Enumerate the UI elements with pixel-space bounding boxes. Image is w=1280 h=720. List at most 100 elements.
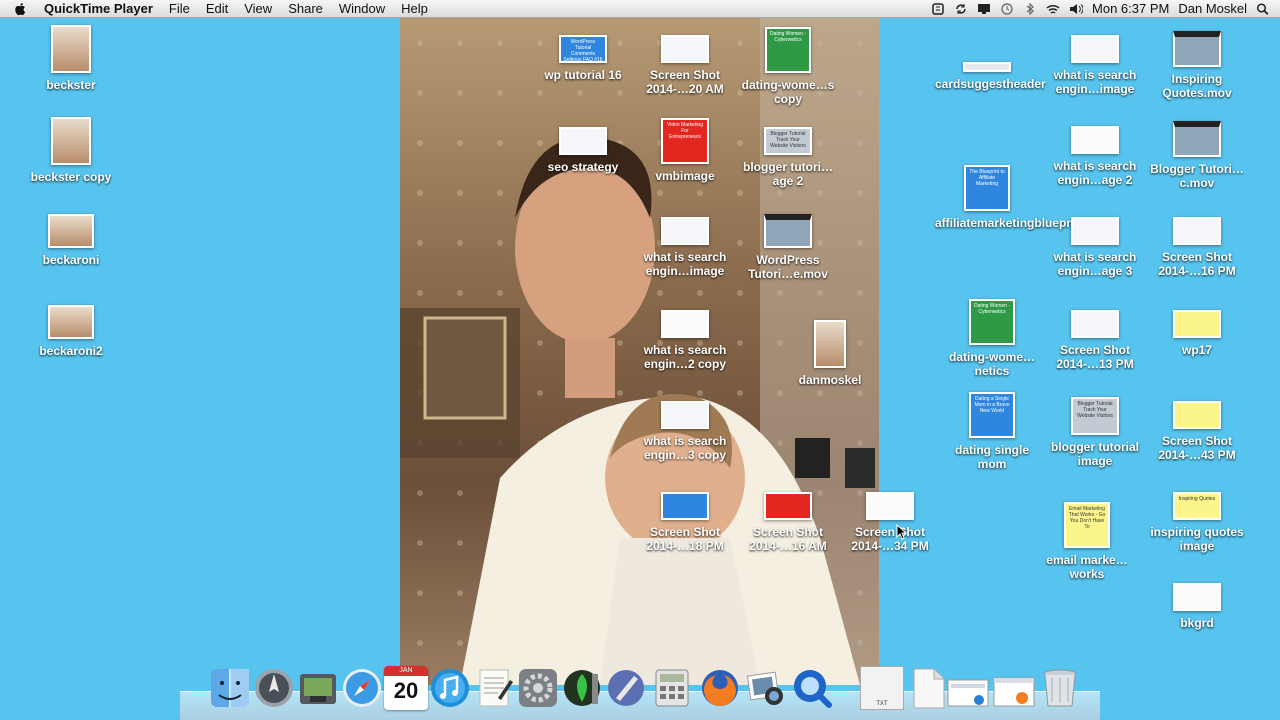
image-thumbnail-icon [661, 310, 709, 338]
desktop-file-icon[interactable]: Screen Shot 2014-…16 AM [736, 492, 840, 553]
desktop-file-label: affiliatemarketingblueprint [935, 216, 1086, 230]
desktop-file-icon[interactable]: what is search engin…2 copy [633, 310, 737, 371]
desktop-file-icon[interactable]: Dating a Single Mom in a Brave New World… [940, 392, 1044, 471]
menu-help[interactable]: Help [393, 0, 436, 17]
desktop-file-icon[interactable]: Blogger Tutori…c.mov [1145, 121, 1249, 190]
desktop-file-icon[interactable]: what is search engin…3 copy [633, 401, 737, 462]
desktop-file-icon[interactable]: Screen Shot 2014-…18 PM [633, 492, 737, 553]
spotlight-icon[interactable] [1256, 2, 1270, 15]
desktop-file-icon[interactable]: Screen Shot 2014-…20 AM [633, 35, 737, 96]
notification-icon[interactable] [931, 2, 945, 15]
menu-share[interactable]: Share [280, 0, 331, 17]
desktop-file-icon[interactable]: Dating Women - Cyberwetics dating-wome…s … [736, 27, 840, 106]
launchpad-icon[interactable] [252, 666, 296, 710]
desktop-file-label: Screen Shot 2014-…20 AM [646, 68, 724, 96]
trash-icon[interactable] [1038, 666, 1082, 710]
movie-thumbnail-icon [1173, 31, 1221, 67]
desktop-file-label: what is search engin…image [643, 250, 727, 278]
desktop-file-icon[interactable]: what is search engin…age 3 [1043, 217, 1147, 278]
desktop-file-icon[interactable]: Screen Shot 2014-…34 PM [838, 492, 942, 553]
desktop-file-icon[interactable]: danmoskel [778, 320, 882, 387]
desktop-file-icon[interactable]: Video Marketing For Entrepreneurs vmbimag… [633, 118, 737, 183]
quicktime-icon[interactable] [790, 666, 834, 710]
menu-user[interactable]: Dan Moskel [1178, 1, 1247, 16]
system-preferences-icon[interactable] [516, 666, 560, 710]
menu-file[interactable]: File [161, 0, 198, 17]
iphoto-icon[interactable] [744, 666, 788, 710]
desktop-file-icon[interactable]: beckaroni2 [19, 305, 123, 358]
wifi-icon[interactable] [1046, 3, 1060, 15]
image-capture-icon[interactable] [296, 666, 340, 710]
image-thumbnail-icon: Inspiring Quotes [1173, 492, 1221, 520]
volume-icon[interactable] [1069, 3, 1084, 15]
image-thumbnail-icon: The Blueprint to Affiliate Marketing [964, 165, 1010, 211]
movie-thumbnail-icon [764, 214, 812, 248]
image-thumbnail-icon [661, 35, 709, 63]
desktop-file-icon[interactable]: wp17 [1145, 310, 1249, 357]
desktop-file-icon[interactable]: cardsuggestheader [935, 62, 1046, 91]
blank-document-icon[interactable] [906, 666, 950, 710]
desktop-file-label: what is search engin…2 copy [643, 343, 727, 371]
firefox-window-icon[interactable] [992, 666, 1036, 710]
dock: JAN 20 TXT [180, 660, 1100, 720]
desktop-file-icon[interactable]: Blogger Tutorial Track Your Website Visi… [1043, 397, 1147, 468]
image-thumbnail-icon [1071, 310, 1119, 338]
desktop-file-icon[interactable]: beckster copy [19, 117, 123, 184]
screenflow-icon[interactable] [560, 666, 604, 710]
desktop-file-icon[interactable]: The Blueprint to Affiliate Marketing affi… [935, 165, 1086, 230]
desktop-file-icon[interactable]: bkgrd [1145, 583, 1249, 630]
desktop-file-icon[interactable]: Email Marketing That Works - Go You Don'… [1035, 502, 1139, 581]
sync-icon[interactable] [954, 3, 968, 15]
desktop-file-icon[interactable]: seo strategy [531, 127, 635, 174]
txt-document-icon[interactable]: TXT [860, 666, 904, 710]
desktop-file-label: vmbimage [655, 169, 715, 183]
thumbnail-text: Email Marketing That Works - Go You Don'… [1068, 506, 1106, 530]
time-machine-icon[interactable] [1000, 2, 1014, 15]
desktop-file-label: Screen Shot 2014-…16 AM [749, 525, 827, 553]
image-thumbnail-icon: Blogger Tutorial Track Your Website Visi… [764, 127, 812, 155]
desktop-file-icon[interactable]: what is search engin…image [1043, 35, 1147, 96]
image-thumbnail-icon: Dating Women - Cyberwetics [969, 299, 1015, 345]
firefox-icon[interactable] [698, 666, 742, 710]
desktop-file-label: beckaroni2 [39, 344, 103, 358]
calendar-day: 20 [393, 678, 419, 703]
menu-clock[interactable]: Mon 6:37 PM [1092, 1, 1169, 16]
menu-window[interactable]: Window [331, 0, 393, 17]
desktop-file-label: bkgrd [1180, 616, 1214, 630]
safari-icon[interactable] [340, 666, 384, 710]
desktop-file-icon[interactable]: Inspiring Quotes.mov [1145, 31, 1249, 100]
desktop-file-label: what is search engin…3 copy [643, 434, 727, 462]
desktop-file-icon[interactable]: what is search engin…image [633, 217, 737, 278]
textedit-icon[interactable] [472, 666, 516, 710]
desktop-file-icon[interactable]: what is search engin…age 2 [1043, 126, 1147, 187]
thumbnail-text: The Blueprint to Affiliate Marketing [969, 169, 1005, 187]
desktop-file-icon[interactable]: Screen Shot 2014-…43 PM [1145, 401, 1249, 462]
menu-view[interactable]: View [236, 0, 280, 17]
itunes-icon[interactable] [428, 666, 472, 710]
calendar-icon[interactable]: JAN 20 [384, 666, 428, 710]
calculator-icon[interactable] [650, 666, 694, 710]
desktop-file-icon[interactable]: beckaroni [19, 214, 123, 267]
desktop-file-icon[interactable]: Blogger Tutorial Track Your Website Visi… [736, 127, 840, 188]
photo-thumbnail-icon [814, 320, 846, 368]
desktop-file-icon[interactable]: WordPress Tutori…e.mov [736, 214, 840, 281]
screenshot-stack-icon[interactable] [946, 666, 990, 710]
finder-icon[interactable] [208, 666, 252, 710]
desktop-file-icon[interactable]: Dating Women - Cyberwetics dating-wome…ne… [940, 299, 1044, 378]
image-thumbnail-icon [1173, 583, 1221, 611]
display-icon[interactable] [977, 3, 991, 15]
desktop-file-icon[interactable]: beckster [19, 25, 123, 92]
desktop-file-label: beckaroni [42, 253, 100, 267]
bluetooth-icon[interactable] [1023, 2, 1037, 15]
apple-menu-icon[interactable] [14, 2, 28, 16]
thumbnail-text: WordPress Tutorial Comments Settings FAQ… [563, 39, 603, 63]
image-thumbnail-icon [1173, 217, 1221, 245]
desktop-file-icon[interactable]: WordPress Tutorial Comments Settings FAQ… [531, 35, 635, 82]
image-thumbnail-icon: Dating Women - Cyberwetics [765, 27, 811, 73]
desktop-file-icon[interactable]: Inspiring Quotes inspiring quotes image [1145, 492, 1249, 553]
desktop-file-icon[interactable]: Screen Shot 2014-…13 PM [1043, 310, 1147, 371]
menu-edit[interactable]: Edit [198, 0, 236, 17]
script-editor-icon[interactable] [604, 666, 648, 710]
app-menu-quicktime[interactable]: QuickTime Player [36, 0, 161, 17]
desktop-file-icon[interactable]: Screen Shot 2014-…16 PM [1145, 217, 1249, 278]
